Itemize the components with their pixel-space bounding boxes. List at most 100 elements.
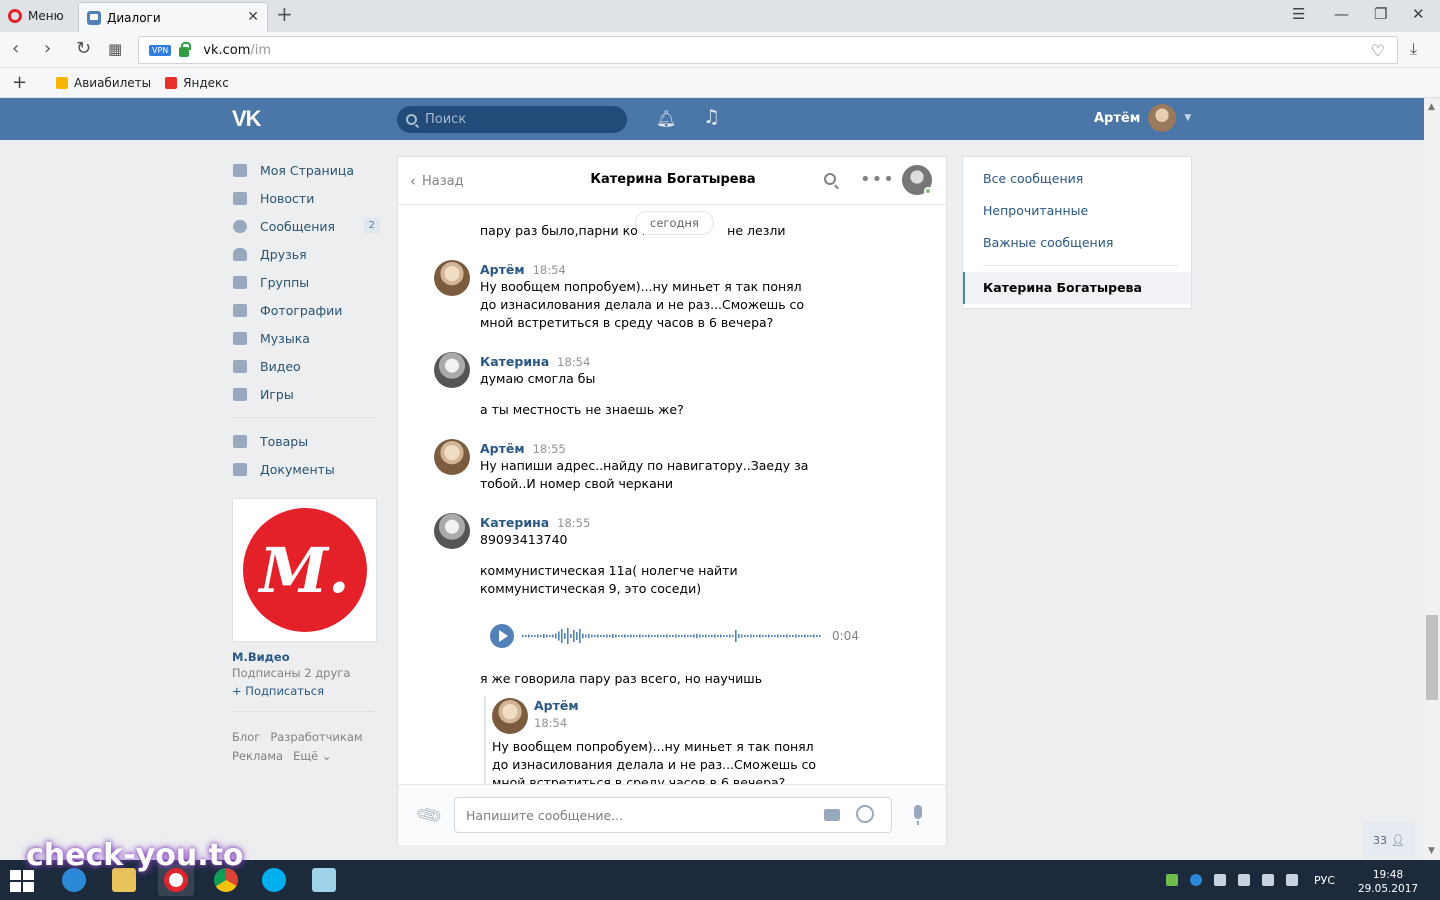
sidebar-item-label: Сообщения: [260, 218, 336, 234]
waveform-bar: [558, 631, 560, 641]
back-icon[interactable]: ‹: [12, 38, 19, 59]
close-window-icon[interactable]: ✕: [1412, 5, 1425, 23]
download-icon[interactable]: ⤓: [1410, 39, 1417, 59]
sidebar-item-label: Моя Страница: [260, 162, 354, 178]
footer-more-link[interactable]: Ещё ⌄: [293, 749, 331, 763]
sidebar-item-friends[interactable]: Друзья: [232, 240, 382, 268]
microphone-icon[interactable]: [914, 805, 922, 825]
active-dialog-item[interactable]: Катерина Богатырева: [963, 272, 1191, 304]
message-author[interactable]: Артём 18:54: [480, 262, 566, 277]
waveform-bar: [666, 634, 668, 638]
avatar[interactable]: [434, 260, 470, 296]
sidebar-item-games[interactable]: Игры: [232, 380, 382, 408]
online-indicator-icon: [924, 187, 932, 195]
footer-blog-link[interactable]: Блог: [232, 730, 260, 744]
heart-icon[interactable]: ♡: [1371, 41, 1385, 60]
url-field[interactable]: VPN vk.com /im ♡: [138, 36, 1398, 64]
reload-icon[interactable]: ↻: [76, 38, 91, 59]
system-clock[interactable]: 19:48 29.05.2017: [1356, 868, 1420, 896]
waveform-bar: [669, 635, 671, 637]
scroll-up-icon[interactable]: ▲: [1428, 102, 1435, 112]
sidebar-item-my-page[interactable]: Моя Страница: [232, 156, 382, 184]
waveform-bar: [693, 634, 695, 638]
lock-icon[interactable]: [179, 42, 192, 57]
message-author[interactable]: Катерина 18:54: [480, 354, 590, 369]
filter-important[interactable]: Важные сообщения: [983, 235, 1113, 250]
speed-dial-icon[interactable]: ▦: [108, 40, 122, 58]
attach-paperclip-icon[interactable]: 📎︎: [414, 801, 444, 831]
tab-title: Диалоги: [107, 10, 161, 25]
music-note-icon[interactable]: ♫: [703, 106, 720, 128]
waveform-bar: [678, 635, 680, 637]
language-indicator[interactable]: РУС: [1314, 874, 1335, 887]
search-in-dialog-icon[interactable]: [824, 173, 836, 185]
bookmark-aviabilety[interactable]: Авиабилеты: [56, 76, 151, 90]
add-bookmark-icon[interactable]: +: [12, 72, 42, 93]
waveform-bar: [705, 634, 707, 638]
taskbar-skype[interactable]: [256, 864, 292, 896]
network-icon[interactable]: [1262, 874, 1274, 886]
new-tab-icon[interactable]: +: [276, 4, 293, 24]
bookmark-yandex[interactable]: Яндекс: [165, 76, 229, 90]
tab-list-icon[interactable]: ☰: [1292, 5, 1305, 23]
waveform[interactable]: [522, 626, 822, 646]
notifications-bell-icon[interactable]: 🔔︎: [656, 109, 676, 128]
page-scrollbar[interactable]: [1424, 98, 1440, 860]
profile-menu[interactable]: Артём ▼: [1094, 104, 1191, 132]
emoji-smile-icon[interactable]: [856, 805, 874, 823]
sidebar-item-label: Друзья: [260, 246, 307, 262]
minimize-icon[interactable]: —: [1334, 5, 1349, 23]
ad-subscribe-link[interactable]: + Подписаться: [232, 684, 324, 698]
forwarded-author[interactable]: Артём: [534, 698, 579, 713]
message-author[interactable]: Артём 18:55: [480, 441, 566, 456]
sidebar-item-groups[interactable]: Группы: [232, 268, 382, 296]
sidebar-item-news[interactable]: Новости: [232, 184, 382, 212]
tray-app-icon[interactable]: [1166, 874, 1178, 886]
scroll-down-icon[interactable]: ▼: [1428, 846, 1435, 856]
browser-tab[interactable]: Диалоги ✕: [78, 2, 268, 32]
opera-menu-button[interactable]: Меню: [8, 6, 64, 26]
vpn-badge[interactable]: VPN: [149, 44, 172, 56]
sidebar-item-market[interactable]: Товары: [232, 427, 382, 455]
online-friends-button[interactable]: 33 👤︎: [1363, 822, 1415, 858]
message-history[interactable]: сегодня пару раз было,парни ко м не лезл…: [398, 206, 946, 784]
ad-mvideo-banner[interactable]: М.: [232, 498, 377, 642]
filter-unread[interactable]: Непрочитанные: [983, 203, 1088, 218]
sidebar-item-documents[interactable]: Документы: [232, 455, 382, 483]
ad-title[interactable]: М.Видео: [232, 650, 290, 664]
vk-logo[interactable]: VK: [232, 106, 262, 132]
forwarded-message[interactable]: Артём 18:54 Ну вообщем попробуем)...ну м…: [484, 696, 844, 784]
waveform-bar: [738, 634, 740, 638]
waveform-bar: [816, 635, 818, 637]
search-input[interactable]: Поиск: [397, 106, 627, 133]
tab-close-icon[interactable]: ✕: [247, 9, 259, 25]
scrollbar-thumb[interactable]: [1426, 615, 1438, 700]
camera-icon[interactable]: [824, 809, 840, 821]
restore-icon[interactable]: ❐: [1374, 5, 1387, 23]
windows-start-icon[interactable]: [10, 870, 34, 892]
forward-icon[interactable]: ›: [44, 38, 51, 59]
message-author[interactable]: Катерина 18:55: [480, 515, 590, 530]
sidebar-item-video[interactable]: Видео: [232, 352, 382, 380]
sidebar-item-messages[interactable]: Сообщения 2: [232, 212, 382, 240]
taskbar-notes[interactable]: [306, 864, 342, 896]
profile-name: Артём: [1094, 110, 1141, 126]
avatar[interactable]: [492, 698, 528, 734]
footer-developers-link[interactable]: Разработчикам: [270, 730, 362, 744]
sidebar-item-music[interactable]: Музыка: [232, 324, 382, 352]
waveform-bar: [645, 635, 647, 637]
tools-icon[interactable]: [1238, 874, 1250, 886]
flag-icon[interactable]: [1214, 874, 1226, 886]
avatar[interactable]: [434, 352, 470, 388]
footer-ads-link[interactable]: Реклама: [232, 749, 283, 763]
sidebar-item-photos[interactable]: Фотографии: [232, 296, 382, 324]
avatar[interactable]: [434, 513, 470, 549]
waveform-bar: [654, 635, 656, 637]
avatar[interactable]: [434, 439, 470, 475]
filter-all-messages[interactable]: Все сообщения: [983, 171, 1083, 186]
more-options-icon[interactable]: •••: [860, 169, 895, 190]
waveform-bar: [528, 634, 530, 638]
volume-icon[interactable]: [1286, 874, 1298, 886]
play-icon[interactable]: [490, 624, 514, 648]
tray-ie-icon[interactable]: [1190, 874, 1202, 886]
